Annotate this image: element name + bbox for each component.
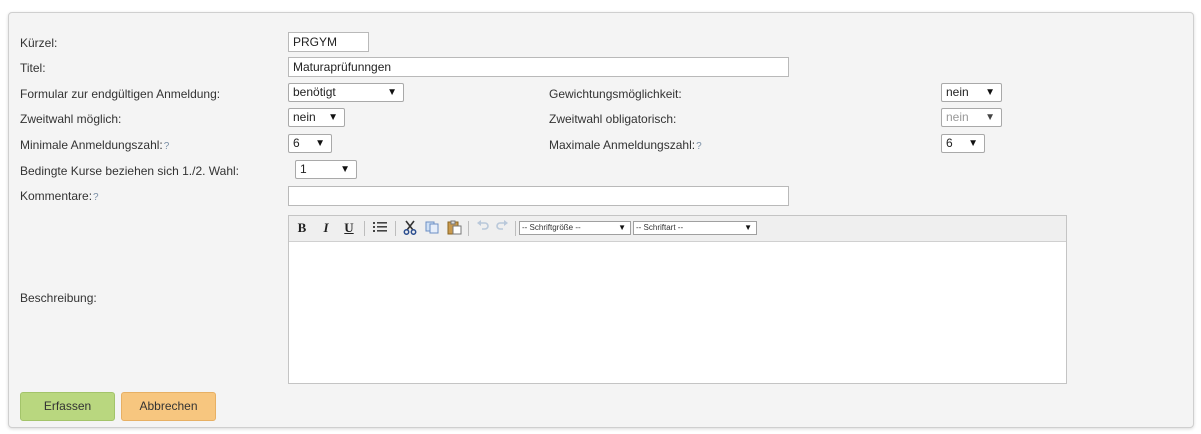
max-anmeldung-select[interactable]: 6 ▼	[941, 134, 985, 153]
bedingte-kurse-select[interactable]: 1 ▼	[295, 160, 357, 179]
titel-input[interactable]: Maturaprüfunngen	[288, 57, 789, 77]
kommentare-input[interactable]	[288, 186, 789, 206]
zweitwahl-obligatorisch-value: nein	[946, 110, 969, 124]
formular-select[interactable]: benötigt ▼	[288, 83, 404, 102]
gewichtung-select[interactable]: nein ▼	[941, 83, 1002, 102]
help-icon[interactable]: ?	[696, 141, 702, 152]
kommentare-label: Kommentare:?	[20, 189, 99, 203]
undo-icon[interactable]	[474, 220, 490, 236]
min-anmeldung-select[interactable]: 6 ▼	[288, 134, 332, 153]
paste-icon[interactable]	[445, 220, 463, 236]
chevron-down-icon: ▼	[618, 223, 626, 232]
editor-content-area[interactable]	[289, 242, 1066, 383]
chevron-down-icon: ▼	[340, 164, 350, 175]
font-face-select-label: -- Schriftart --	[636, 223, 684, 232]
chevron-down-icon: ▼	[968, 138, 978, 149]
underline-button[interactable]: U	[342, 220, 356, 236]
bedingte-kurse-value: 1	[300, 162, 307, 176]
form-panel: Kürzel: PRGYM Titel: Maturaprüfunngen Fo…	[8, 12, 1194, 428]
cut-icon[interactable]	[401, 220, 419, 236]
toolbar-separator	[395, 221, 396, 236]
font-size-select-label: -- Schriftgröße --	[522, 223, 581, 232]
kuerzel-label: Kürzel:	[20, 36, 58, 50]
max-anmeldung-label: Maximale Anmeldungszahl:?	[549, 138, 702, 152]
redo-icon[interactable]	[494, 220, 510, 236]
bullet-list-icon[interactable]	[371, 220, 389, 236]
erfassen-button[interactable]: Erfassen	[20, 392, 115, 421]
chevron-down-icon: ▼	[985, 112, 995, 123]
help-icon[interactable]: ?	[93, 192, 99, 203]
chevron-down-icon: ▼	[985, 87, 995, 98]
formular-label: Formular zur endgültigen Anmeldung:	[20, 87, 221, 101]
font-face-select[interactable]: -- Schriftart -- ▼	[633, 221, 757, 235]
gewichtung-label: Gewichtungsmöglichkeit:	[549, 87, 682, 101]
bold-button[interactable]: B	[295, 220, 309, 236]
zweitwahl-select[interactable]: nein ▼	[288, 108, 345, 127]
zweitwahl-obligatorisch-label: Zweitwahl obligatorisch:	[549, 112, 677, 126]
chevron-down-icon: ▼	[387, 87, 397, 98]
beschreibung-label: Beschreibung:	[20, 291, 97, 305]
zweitwahl-label: Zweitwahl möglich:	[20, 112, 122, 126]
zweitwahl-value: nein	[293, 110, 316, 124]
min-anmeldung-value: 6	[293, 136, 300, 150]
toolbar-separator	[515, 221, 516, 236]
titel-label: Titel:	[20, 61, 46, 75]
max-anmeldung-value: 6	[946, 136, 953, 150]
font-size-select[interactable]: -- Schriftgröße -- ▼	[519, 221, 631, 235]
chevron-down-icon: ▼	[315, 138, 325, 149]
toolbar-separator	[468, 221, 469, 236]
editor-toolbar: B I U -- Schriftgröße -- ▼ -- Schriftart…	[289, 216, 1066, 242]
abbrechen-button[interactable]: Abbrechen	[121, 392, 216, 421]
help-icon[interactable]: ?	[164, 141, 170, 152]
zweitwahl-obligatorisch-select[interactable]: nein ▼	[941, 108, 1002, 127]
min-anmeldung-label: Minimale Anmeldungszahl:?	[20, 138, 170, 152]
rich-text-editor: B I U -- Schriftgröße -- ▼ -- Schriftart…	[288, 215, 1067, 384]
gewichtung-value: nein	[946, 85, 969, 99]
formular-value: benötigt	[293, 85, 336, 99]
italic-button[interactable]: I	[319, 220, 333, 236]
chevron-down-icon: ▼	[328, 112, 338, 123]
chevron-down-icon: ▼	[744, 223, 752, 232]
toolbar-separator	[364, 221, 365, 236]
copy-icon[interactable]	[423, 220, 441, 236]
bedingte-kurse-label: Bedingte Kurse beziehen sich 1./2. Wahl:	[20, 164, 240, 178]
kuerzel-input[interactable]: PRGYM	[288, 32, 369, 52]
